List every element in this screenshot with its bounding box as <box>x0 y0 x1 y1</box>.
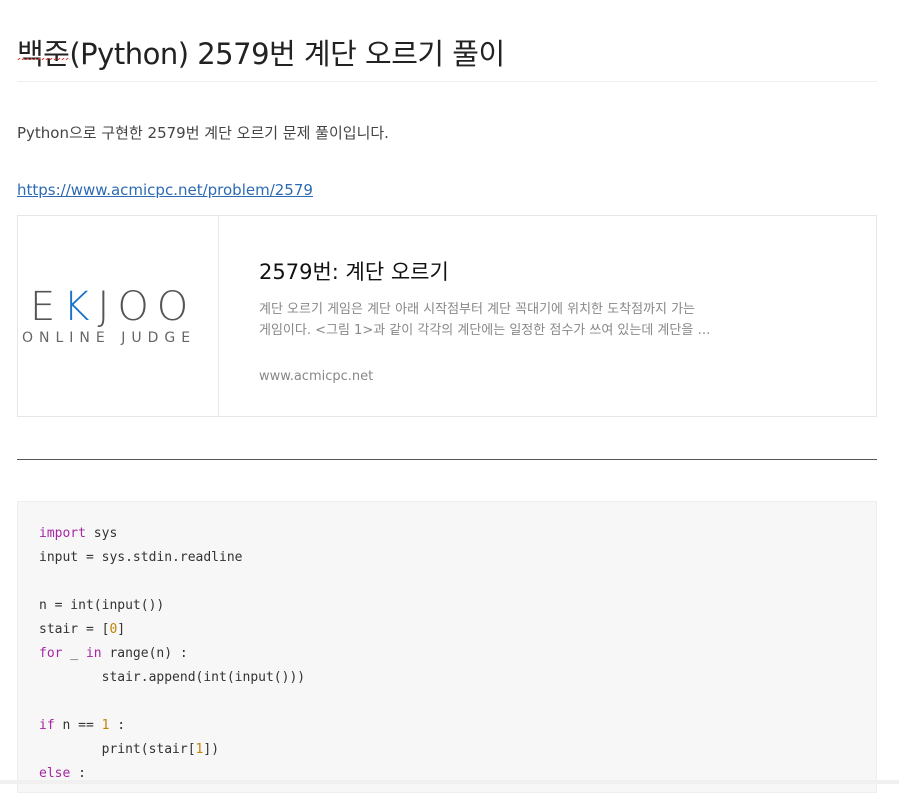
card-description: 계단 오르기 게임은 계단 아래 시작점부터 계단 꼭대기에 위치한 도착점까지… <box>259 299 729 341</box>
post-title: 백준(Python) 2579번 계단 오르기 풀이 <box>17 37 505 72</box>
logo-subtitle: ONLINE JUDGE <box>22 330 197 346</box>
code-keyword: if <box>39 718 55 733</box>
code-text: stair = [ <box>39 622 110 637</box>
card-desc-line: 계단 오르기 게임은 계단 아래 시작점부터 계단 꼭대기에 위치한 도착점까지… <box>259 302 696 317</box>
code-keyword: in <box>85 646 102 661</box>
code-keyword: for <box>39 646 63 661</box>
card-domain: www.acmicpc.net <box>259 369 374 384</box>
code-text: ] <box>117 622 126 637</box>
title-divider <box>17 81 877 82</box>
card-desc-line: 게임이다. <그림 1>과 같이 각각의 계단에는 일정한 점수가 쓰여 있는데… <box>259 323 711 338</box>
code-text: stair.append(int(input())) <box>39 670 306 685</box>
code-content: import sys input = sys.stdin.readline n … <box>39 522 305 786</box>
logo-letter-k: K <box>63 284 98 330</box>
card-title: 2579번: 계단 오르기 <box>259 260 449 284</box>
logo-letters-joo: JOO <box>97 284 197 330</box>
code-text: range(n) : <box>101 646 188 661</box>
card-thumbnail: EKJOO ONLINE JUDGE <box>18 216 219 416</box>
bottom-scroll-edge <box>0 780 899 784</box>
code-text: n = int(input()) <box>39 598 165 613</box>
code-text: sys <box>85 526 118 541</box>
code-text: n == <box>54 718 102 733</box>
section-divider <box>17 459 877 460</box>
code-keyword: import <box>39 526 86 541</box>
code-block[interactable]: import sys input = sys.stdin.readline n … <box>17 501 877 793</box>
code-keyword: else <box>39 766 71 781</box>
code-text: print(stair[ <box>39 742 196 757</box>
baekjoon-logo: EKJOO <box>30 284 196 330</box>
code-text: _ <box>62 646 86 661</box>
code-text: : <box>109 718 126 733</box>
code-text: : <box>70 766 86 781</box>
intro-text: Python으로 구현한 2579번 계단 오르기 문제 풀이입니다. <box>17 124 389 142</box>
code-text: ]) <box>203 742 220 757</box>
spellcheck-underline <box>17 58 70 60</box>
code-text: input = sys.stdin.readline <box>39 550 243 565</box>
problem-link[interactable]: https://www.acmicpc.net/problem/2579 <box>17 181 313 199</box>
link-preview-card[interactable]: EKJOO ONLINE JUDGE 2579번: 계단 오르기 계단 오르기 … <box>17 215 877 417</box>
logo-letter-e: E <box>30 284 64 330</box>
